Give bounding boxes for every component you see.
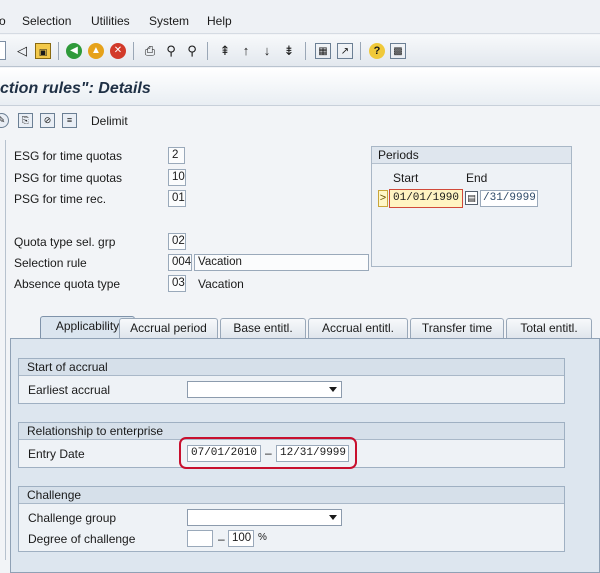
degree-unit: %	[258, 532, 267, 543]
psg-rec-field[interactable]: 01	[168, 190, 186, 207]
save-icon[interactable]: ▣	[35, 43, 51, 59]
start-label: Start	[393, 171, 419, 185]
application-toolbar: ✎ ⎘ ⊘ ≡ Delimit	[0, 107, 600, 135]
shortcut-icon[interactable]: ↗	[337, 43, 353, 59]
end-date-input[interactable]: /31/9999	[480, 190, 538, 207]
quota-grp-field[interactable]: 02	[168, 233, 186, 250]
psg-quotas-field[interactable]: 10	[168, 169, 186, 186]
esg-label: ESG for time quotas	[14, 149, 123, 163]
delimit-button[interactable]: Delimit	[91, 114, 128, 128]
required-indicator: >	[378, 190, 388, 207]
degree-range-dash: –	[218, 532, 225, 546]
tab-total-entitl[interactable]: Total entitl.	[506, 318, 592, 338]
tab-accrual-entitl[interactable]: Accrual entitl.	[308, 318, 408, 338]
start-of-accrual-header: Start of accrual	[19, 359, 564, 376]
tab-accrual-period[interactable]: Accrual period	[119, 318, 218, 338]
toolbar-separator	[133, 42, 134, 60]
chevron-down-icon	[329, 515, 337, 520]
end-label: End	[466, 171, 488, 185]
periods-header: Periods	[372, 147, 571, 164]
title-bar: ction rules": Details	[0, 68, 600, 106]
menu-item-system[interactable]: System	[149, 14, 189, 28]
highlight-annotation	[179, 437, 357, 469]
earliest-accrual-dropdown[interactable]	[187, 381, 342, 398]
cancel-icon[interactable]: ✕	[110, 43, 126, 59]
challenge-header: Challenge	[19, 487, 564, 504]
menu-item-utilities[interactable]: Utilities	[91, 14, 130, 28]
challenge-group-label: Challenge group	[28, 511, 117, 525]
page-title: ction rules": Details	[0, 80, 151, 97]
new-session-icon[interactable]: ▦	[315, 43, 331, 59]
delete-icon[interactable]: ⊘	[40, 113, 55, 128]
entry-date-label: Entry Date	[28, 447, 85, 461]
menu-item-cut[interactable]: o	[0, 14, 6, 28]
layout-icon[interactable]: ▩	[390, 43, 406, 59]
command-field[interactable]	[0, 41, 6, 60]
standard-toolbar: ◁ ▣ ◀ ▲ ✕ ⎙ ⚲ ⚲ ⇞ ↑ ↓ ⇟ ▦ ↗ ? ▩	[0, 35, 600, 67]
degree-from-input[interactable]	[187, 530, 213, 547]
last-page-icon[interactable]: ⇟	[281, 43, 297, 59]
print-icon[interactable]: ⎙	[142, 43, 158, 59]
back-icon[interactable]: ◀	[66, 43, 82, 59]
absence-quota-field[interactable]: 03	[168, 275, 186, 292]
toolbar-separator	[305, 42, 306, 60]
degree-of-challenge-label: Degree of challenge	[28, 532, 136, 546]
esg-field[interactable]: 2	[168, 147, 185, 164]
earliest-accrual-label: Earliest accrual	[28, 383, 111, 397]
exit-icon[interactable]: ▲	[88, 43, 104, 59]
toolbar-separator	[207, 42, 208, 60]
menu-item-help[interactable]: Help	[207, 14, 232, 28]
menu-bar: o Selection Utilities System Help	[0, 0, 600, 34]
absence-quota-label: Absence quota type	[14, 277, 121, 291]
menu-item-selection[interactable]: Selection	[22, 14, 71, 28]
selection-rule-label: Selection rule	[14, 256, 87, 270]
tab-base-entitl[interactable]: Base entitl.	[220, 318, 306, 338]
degree-to-input[interactable]: 100	[228, 530, 254, 547]
copy-icon[interactable]: ⎘	[18, 113, 33, 128]
tab-transfer-time[interactable]: Transfer time	[410, 318, 504, 338]
quota-grp-label: Quota type sel. grp	[14, 235, 116, 249]
previous-page-icon[interactable]: ↑	[238, 43, 254, 59]
back-arrow-icon[interactable]: ◁	[14, 43, 30, 59]
overview-icon[interactable]: ≡	[62, 113, 77, 128]
chevron-down-icon	[329, 387, 337, 392]
selection-rule-field[interactable]: 004	[168, 254, 192, 271]
challenge-group-dropdown[interactable]	[187, 509, 342, 526]
toolbar-separator	[58, 42, 59, 60]
next-page-icon[interactable]: ↓	[259, 43, 275, 59]
help-icon[interactable]: ?	[369, 43, 385, 59]
toolbar-separator	[360, 42, 361, 60]
find-next-icon[interactable]: ⚲	[184, 43, 200, 59]
calendar-icon[interactable]: ▤	[465, 191, 478, 205]
find-icon[interactable]: ⚲	[163, 43, 179, 59]
psg-rec-label: PSG for time rec.	[14, 192, 107, 206]
tab-strip: Applicability Accrual period Base entitl…	[18, 316, 600, 339]
first-page-icon[interactable]: ⇞	[217, 43, 233, 59]
absence-quota-text: Vacation	[198, 277, 244, 291]
left-border	[0, 140, 6, 560]
start-date-input[interactable]: 01/01/1990	[389, 189, 463, 208]
psg-quotas-label: PSG for time quotas	[14, 171, 123, 185]
selection-rule-text: Vacation	[194, 254, 369, 271]
display-change-icon[interactable]: ✎	[0, 113, 9, 128]
